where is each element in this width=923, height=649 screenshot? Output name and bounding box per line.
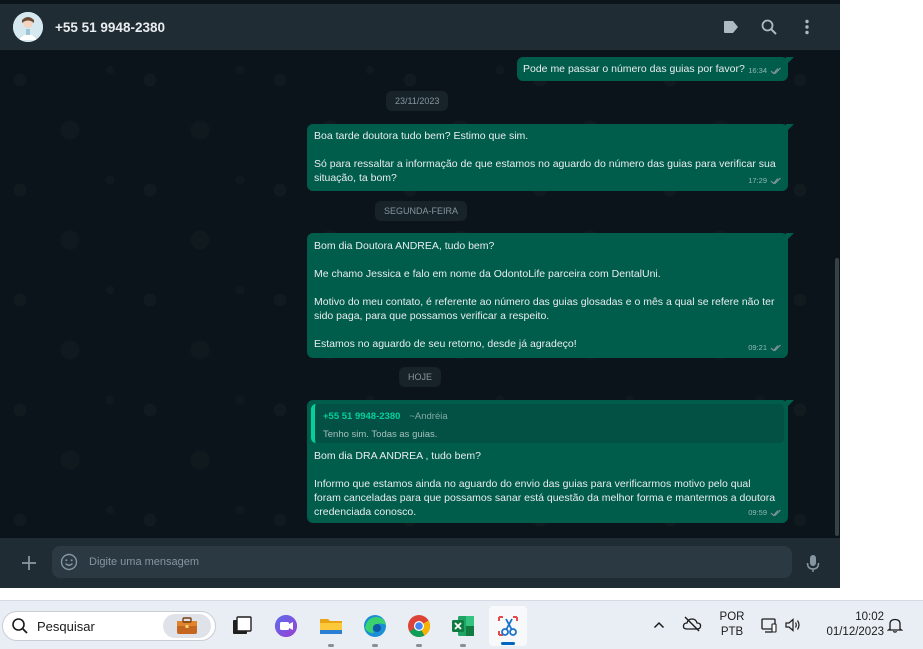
message-input[interactable] bbox=[87, 555, 741, 569]
teams-icon bbox=[275, 615, 297, 637]
message-outgoing[interactable]: Boa tarde doutora tudo bem? Estimo que s… bbox=[307, 124, 794, 191]
file-explorer-button[interactable] bbox=[316, 611, 346, 647]
bubble-tail bbox=[786, 57, 794, 65]
bell-icon bbox=[886, 618, 904, 633]
quoted-message[interactable]: +55 51 9948-2380 ~Andréia Tenho sim. Tod… bbox=[311, 404, 784, 443]
keyboard-layout: PTB bbox=[720, 626, 744, 638]
scrollbar-thumb[interactable] bbox=[835, 258, 839, 536]
network-status[interactable] bbox=[760, 616, 778, 639]
message-outgoing[interactable]: Bom dia Doutora ANDREA, tudo bem? Me cha… bbox=[307, 233, 794, 358]
running-indicator bbox=[328, 644, 334, 647]
message-outgoing-reply[interactable]: +55 51 9948-2380 ~Andréia Tenho sim. Tod… bbox=[307, 400, 794, 523]
snipping-tool-button[interactable] bbox=[489, 606, 527, 646]
excel-button[interactable] bbox=[448, 611, 478, 647]
onedrive-status[interactable] bbox=[682, 615, 702, 638]
message-text: Boa tarde doutora tudo bem? Estimo que s… bbox=[314, 130, 776, 184]
volume-icon bbox=[785, 618, 800, 632]
message-list[interactable]: Pode me passar o número das guias por fa… bbox=[0, 50, 840, 538]
task-view-icon bbox=[233, 616, 252, 634]
file-explorer-icon bbox=[320, 619, 342, 634]
microphone-icon bbox=[806, 555, 820, 572]
running-indicator bbox=[501, 642, 515, 645]
menu-button[interactable] bbox=[788, 12, 826, 42]
message-text: Bom dia Doutora ANDREA, tudo bem? Me cha… bbox=[314, 240, 775, 350]
quoted-push-name: ~Andréia bbox=[409, 411, 448, 422]
quoted-text: Tenho sim. Todas as guias. bbox=[323, 429, 438, 440]
double-check-icon bbox=[770, 344, 781, 352]
running-indicator bbox=[416, 644, 422, 647]
chevron-up-icon bbox=[653, 621, 665, 629]
message-time: 09:21 bbox=[748, 343, 767, 352]
message-meta: 09:21 bbox=[748, 341, 782, 355]
composer bbox=[0, 538, 840, 588]
message-outgoing[interactable]: Pode me passar o número das guias por fa… bbox=[517, 57, 794, 81]
cloud-off-icon bbox=[682, 616, 702, 632]
quoted-author: +55 51 9948-2380 bbox=[323, 411, 401, 422]
avatar[interactable] bbox=[13, 12, 43, 42]
input-language-indicator[interactable]: POR PTB bbox=[712, 610, 752, 640]
label-icon bbox=[724, 21, 738, 33]
notifications-button[interactable] bbox=[886, 617, 904, 638]
search-icon bbox=[12, 618, 28, 634]
plus-icon bbox=[22, 556, 36, 570]
date-chip: SEGUNDA-FEIRA bbox=[375, 201, 468, 221]
briefcase-icon bbox=[177, 617, 197, 634]
chat-window: +55 51 9948-2380 Pode me passar o número… bbox=[0, 0, 840, 588]
taskbar-clock[interactable]: 10:02 01/12/2023 bbox=[812, 610, 884, 640]
search-button[interactable] bbox=[750, 12, 788, 42]
message-time: 17:29 bbox=[748, 176, 767, 185]
bubble-tail bbox=[786, 124, 794, 132]
message-meta: 17:29 bbox=[748, 174, 782, 188]
message-meta: 09:59 bbox=[748, 506, 782, 520]
chrome-icon bbox=[408, 615, 430, 637]
running-indicator bbox=[460, 644, 466, 647]
clock-date: 01/12/2023 bbox=[826, 626, 884, 638]
task-view-button[interactable] bbox=[227, 611, 257, 641]
network-icon bbox=[761, 618, 777, 633]
search-icon bbox=[761, 19, 777, 35]
desktop-background bbox=[840, 0, 923, 600]
edge-button[interactable] bbox=[360, 611, 390, 647]
search-placeholder: Pesquisar bbox=[37, 618, 95, 634]
desktop-background bbox=[0, 588, 840, 600]
message-text: Pode me passar o número das guias por fa… bbox=[523, 63, 745, 75]
header-actions bbox=[712, 12, 826, 42]
edge-icon bbox=[364, 615, 386, 637]
show-hidden-icons-button[interactable] bbox=[652, 618, 666, 632]
message-time: 16:34 bbox=[748, 66, 767, 75]
search-highlight[interactable] bbox=[163, 614, 211, 638]
message-time: 09:59 bbox=[748, 508, 767, 517]
contact-name[interactable]: +55 51 9948-2380 bbox=[55, 20, 165, 35]
chrome-button[interactable] bbox=[404, 611, 434, 647]
message-text: Bom dia DRA ANDREA , tudo bem? Informo q… bbox=[314, 450, 776, 518]
chat-header[interactable]: +55 51 9948-2380 bbox=[0, 4, 840, 50]
double-check-icon bbox=[770, 177, 781, 185]
menu-icon bbox=[805, 19, 809, 35]
double-check-icon bbox=[770, 67, 781, 75]
excel-icon bbox=[452, 616, 474, 636]
bubble-tail bbox=[786, 400, 794, 408]
message-input-box[interactable] bbox=[52, 546, 792, 578]
emoji-button[interactable] bbox=[59, 552, 79, 572]
attach-button[interactable] bbox=[17, 551, 41, 575]
teams-button[interactable] bbox=[271, 611, 301, 641]
bubble-tail bbox=[786, 233, 794, 241]
voice-message-button[interactable] bbox=[803, 551, 823, 575]
clock-time: 10:02 bbox=[855, 611, 884, 623]
label-button[interactable] bbox=[712, 12, 750, 42]
message-meta: 16:34 bbox=[748, 64, 782, 78]
avatar-icon bbox=[13, 12, 43, 42]
language-code: POR bbox=[719, 611, 745, 623]
taskbar-search[interactable]: Pesquisar bbox=[2, 611, 216, 641]
date-chip: HOJE bbox=[399, 367, 442, 387]
emoji-icon bbox=[60, 553, 78, 571]
volume-control[interactable] bbox=[784, 617, 802, 638]
snipping-tool-icon bbox=[498, 616, 518, 636]
double-check-icon bbox=[770, 509, 781, 517]
taskbar: Pesquisar POR PTB 10:02 01/12/2023 bbox=[0, 600, 923, 649]
running-indicator bbox=[372, 644, 378, 647]
date-chip: 23/11/2023 bbox=[386, 91, 449, 111]
